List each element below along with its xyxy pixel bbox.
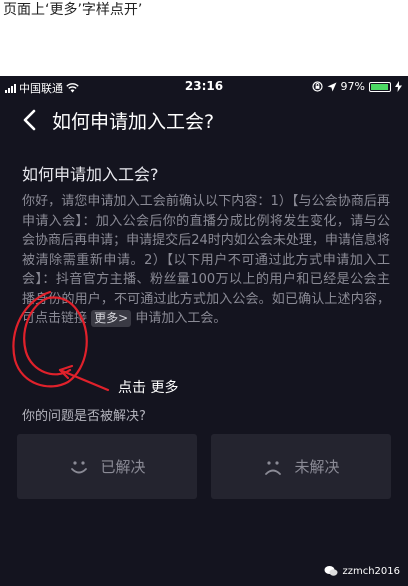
answer-tail: 申请加入工会。 bbox=[135, 311, 227, 326]
phone-screen: 中国联通 23:16 97% 如何申请加入工会? 如何申请加入工会? 你好，请您… bbox=[0, 76, 408, 586]
page-caption: 页面上‘更多’字样点开’ bbox=[3, 2, 143, 18]
annotation-label: 点击 更多 bbox=[118, 380, 179, 396]
unsolved-button[interactable]: 未解决 bbox=[211, 434, 391, 499]
solved-label: 已解决 bbox=[100, 458, 146, 476]
status-right: 97% bbox=[311, 80, 402, 93]
solved-question: 你的问题是否被解决? bbox=[22, 409, 146, 424]
nav-bar: 如何申请加入工会? bbox=[0, 98, 408, 142]
lock-rotation-icon bbox=[311, 81, 323, 92]
nav-title: 如何申请加入工会? bbox=[52, 111, 215, 133]
location-arrow-icon bbox=[327, 82, 337, 91]
answer-body: 你好，请您申请加入工会前确认以下内容：1）【与公会协商后再申请入会】：加入公会后… bbox=[22, 192, 390, 329]
watermark-text: zzmch2016 bbox=[342, 565, 400, 577]
sad-face-icon bbox=[265, 460, 282, 475]
unsolved-label: 未解决 bbox=[294, 458, 340, 476]
more-link[interactable]: 更多> bbox=[91, 310, 132, 327]
answer-text: 你好，请您申请加入工会前确认以下内容：1）【与公会协商后再申请入会】：加入公会后… bbox=[22, 194, 390, 326]
battery-fill bbox=[371, 83, 389, 90]
status-bar: 中国联通 23:16 97% bbox=[0, 76, 408, 98]
battery-percent: 97% bbox=[340, 80, 365, 93]
smile-face-icon bbox=[71, 460, 88, 473]
wechat-icon bbox=[324, 566, 338, 576]
battery-icon bbox=[369, 81, 391, 92]
charging-bolt-icon bbox=[395, 81, 402, 92]
question-title: 如何申请加入工会? bbox=[22, 165, 159, 184]
watermark: zzmch2016 bbox=[324, 565, 400, 577]
solved-button[interactable]: 已解决 bbox=[17, 434, 197, 499]
back-chevron-icon[interactable] bbox=[20, 108, 40, 132]
